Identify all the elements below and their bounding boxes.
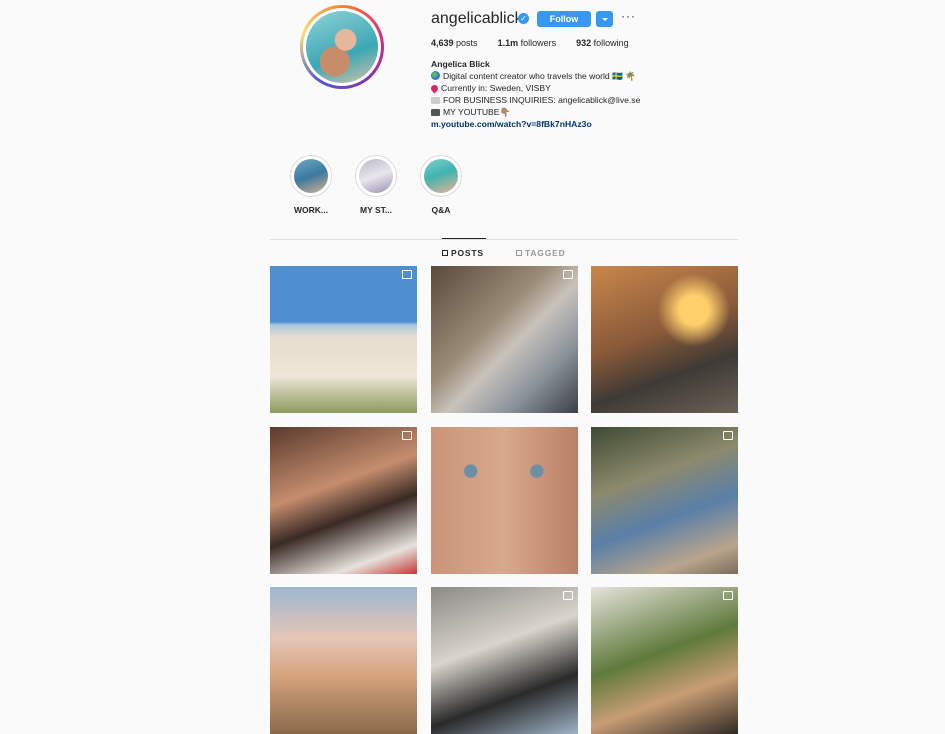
profile-full-name: Angelica Blick (431, 59, 490, 69)
posts-label: posts (456, 38, 478, 48)
bio-line: FOR BUSINESS INQUIRIES: angelicablick@li… (431, 94, 761, 106)
post-thumbnail[interactable] (270, 587, 417, 734)
highlight-cover-image (359, 159, 393, 193)
profile-stats: 4,639 posts 1.1m followers 932 following (431, 38, 649, 48)
profile-bio: Angelica Blick Digital content creator w… (429, 58, 761, 130)
posts-count: 4,639 (431, 38, 454, 48)
envelope-icon (431, 97, 440, 104)
post-thumbnail[interactable] (431, 587, 578, 734)
post-thumbnail[interactable] (431, 427, 578, 574)
profile-username: angelicablick (431, 10, 523, 27)
globe-icon (431, 71, 440, 80)
followers-count: 1.1m (497, 38, 519, 48)
verified-badge-icon: ✓ (518, 13, 529, 24)
bio-line: Currently in: Sweden, VISBY (429, 82, 761, 94)
following-label: following (593, 38, 629, 48)
tab-tagged[interactable]: TAGGED (516, 248, 566, 258)
carousel-icon (563, 270, 573, 279)
following-count: 932 (576, 38, 592, 48)
post-thumbnail[interactable] (591, 427, 738, 574)
posts-stat: 4,639 posts (431, 38, 478, 48)
tagged-icon (516, 250, 522, 256)
highlight-qa[interactable]: Q&A (418, 155, 464, 215)
highlight-cover-image (424, 159, 458, 193)
more-options-icon[interactable]: ··· (621, 9, 636, 23)
video-icon (402, 431, 412, 440)
bio-line: Digital content creator who travels the … (431, 70, 761, 82)
highlight-cover-image (294, 159, 328, 193)
tab-posts[interactable]: POSTS (442, 248, 484, 258)
post-thumbnail[interactable] (431, 266, 578, 413)
highlight-my-story[interactable]: MY ST... (353, 155, 399, 215)
avatar-ring-inner (303, 8, 381, 86)
carousel-icon (402, 270, 412, 279)
highlight-label: MY ST... (360, 205, 392, 215)
grid-icon (442, 250, 448, 256)
carousel-icon (563, 591, 573, 600)
highlight-ring (420, 155, 462, 197)
followers-stat[interactable]: 1.1m followers (498, 38, 557, 48)
follow-button[interactable]: Follow (537, 11, 591, 27)
highlight-ring (290, 155, 332, 197)
profile-avatar[interactable] (300, 5, 384, 89)
highlight-label: WORK... (294, 205, 328, 215)
highlight-label: Q&A (431, 205, 451, 215)
location-pin-icon (429, 83, 440, 94)
post-thumbnail[interactable] (270, 266, 417, 413)
post-thumbnail[interactable] (591, 587, 738, 734)
following-stat[interactable]: 932 following (576, 38, 629, 48)
active-tab-indicator (442, 238, 486, 239)
suggested-accounts-dropdown-button[interactable] (596, 11, 613, 27)
post-thumbnail[interactable] (591, 266, 738, 413)
bio-external-link[interactable]: m.youtube.com/watch?v=8fBk7nHAz3o (431, 118, 761, 130)
carousel-icon (723, 431, 733, 440)
carousel-icon (723, 591, 733, 600)
tabs-divider (270, 239, 738, 240)
avatar-image (306, 11, 378, 83)
highlight-ring (355, 155, 397, 197)
video-camera-icon (431, 109, 440, 116)
highlight-work[interactable]: WORK... (288, 155, 334, 215)
followers-label: followers (520, 38, 557, 48)
post-thumbnail[interactable] (270, 427, 417, 574)
bio-line: MY YOUTUBE👇🏽 (431, 106, 761, 118)
